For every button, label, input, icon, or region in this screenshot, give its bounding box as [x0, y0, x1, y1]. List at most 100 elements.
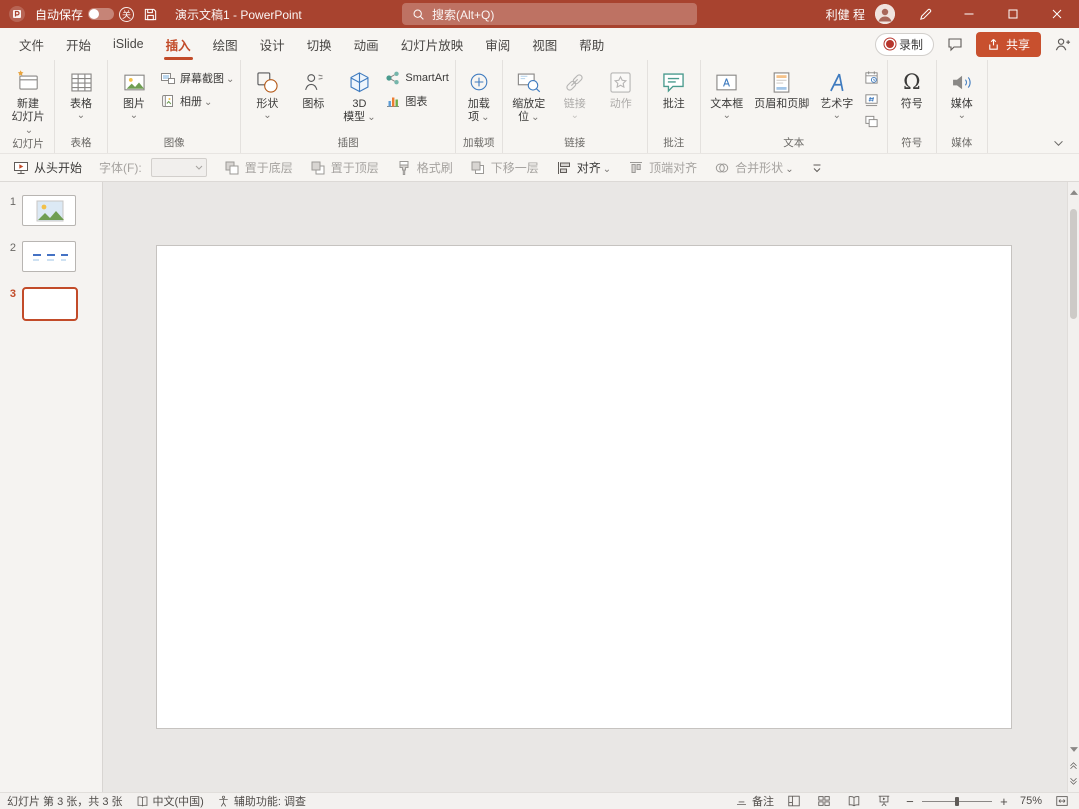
reading-view-button[interactable] — [844, 794, 864, 809]
share-button[interactable]: 共享 — [976, 32, 1041, 57]
slideshow-view-button[interactable] — [874, 794, 894, 809]
ribbon-group-slides: 新建 幻灯片 幻灯片 — [2, 60, 55, 153]
send-backward-button[interactable]: 下移一层 — [470, 159, 539, 176]
screenshot-button[interactable]: 屏幕截图 — [157, 68, 237, 88]
normal-view-button[interactable] — [784, 794, 804, 809]
save-button[interactable] — [143, 7, 158, 22]
zoom-slider[interactable] — [922, 794, 992, 809]
tab-draw[interactable]: 绘图 — [202, 28, 249, 60]
maximize-button[interactable] — [991, 0, 1035, 28]
chart-button[interactable]: 图表 — [382, 91, 451, 111]
toolbar-overflow-button[interactable] — [811, 162, 823, 174]
font-combobox[interactable] — [151, 158, 207, 177]
tab-home[interactable]: 开始 — [55, 28, 102, 60]
search-icon — [412, 8, 425, 21]
tab-review[interactable]: 审阅 — [474, 28, 521, 60]
tab-islide[interactable]: iSlide — [102, 28, 155, 60]
format-painter-button[interactable]: 格式刷 — [396, 159, 453, 176]
slide-3-thumbnail[interactable] — [22, 287, 78, 321]
tab-insert[interactable]: 插入 — [155, 28, 202, 60]
user-avatar[interactable] — [875, 4, 895, 24]
object-button[interactable] — [862, 112, 882, 130]
smartart-button[interactable]: SmartArt — [382, 68, 451, 88]
zoom-in-button[interactable] — [998, 794, 1010, 809]
tab-help[interactable]: 帮助 — [568, 28, 615, 60]
scrollbar-thumb[interactable] — [1070, 209, 1077, 319]
links-group-label: 链接 — [506, 136, 644, 153]
from-beginning-button[interactable]: 从头开始 — [13, 159, 82, 176]
zoom-out-button[interactable] — [904, 794, 916, 809]
action-button[interactable]: 动作 — [598, 63, 644, 111]
autosave-toggle[interactable] — [88, 8, 114, 20]
pen-icon[interactable] — [911, 7, 939, 22]
wordart-button[interactable]: 艺术字 — [814, 63, 860, 120]
accessibility-label: 辅助功能: 调查 — [234, 793, 306, 809]
icons-button[interactable]: 图标 — [290, 63, 336, 111]
new-slide-button[interactable]: 新建 幻灯片 — [5, 63, 51, 137]
user-name[interactable]: 利健 程 — [826, 6, 865, 23]
autosave-control[interactable]: 自动保存 关 — [35, 6, 134, 23]
current-slide-canvas[interactable] — [156, 245, 1012, 729]
merge-shapes-button[interactable]: 合并形状 — [714, 159, 793, 176]
media-button[interactable]: 媒体 — [940, 63, 984, 120]
tab-slideshow[interactable]: 幻灯片放映 — [390, 28, 475, 60]
comment-button[interactable]: 批注 — [651, 63, 697, 111]
table-button[interactable]: 表格 — [58, 63, 104, 120]
slide-1-thumbnail[interactable] — [22, 195, 76, 226]
ribbon-group-links: 缩放定 位 链接 动作 链接 — [503, 60, 648, 153]
slide-number-button[interactable] — [862, 90, 882, 108]
align-button[interactable]: 对齐 — [556, 159, 611, 176]
minimize-button[interactable] — [947, 0, 991, 28]
slides-group-label: 幻灯片 — [5, 137, 51, 153]
comments-button[interactable] — [947, 36, 963, 52]
header-footer-icon — [768, 66, 795, 98]
tab-view[interactable]: 视图 — [521, 28, 568, 60]
textbox-button[interactable]: 文本框 — [704, 63, 750, 120]
previous-slide-button[interactable] — [1068, 756, 1079, 773]
text-group-label: 文本 — [704, 136, 884, 153]
tab-file[interactable]: 文件 — [8, 28, 55, 60]
header-footer-label: 页眉和页脚 — [754, 98, 809, 111]
header-footer-button[interactable]: 页眉和页脚 — [750, 63, 814, 111]
slide-sorter-view-button[interactable] — [814, 794, 834, 809]
close-button[interactable] — [1035, 0, 1079, 28]
scrollbar-track[interactable] — [1068, 199, 1079, 742]
record-button[interactable]: 录制 — [875, 33, 934, 56]
scroll-down-button[interactable] — [1068, 742, 1079, 756]
date-time-button[interactable] — [862, 68, 882, 86]
pictures-button[interactable]: 图片 — [111, 63, 157, 120]
photo-album-button[interactable]: 相册 — [157, 91, 237, 111]
wordart-icon — [823, 66, 850, 98]
tab-design[interactable]: 设计 — [249, 28, 296, 60]
add-person-icon[interactable] — [1054, 36, 1071, 53]
fit-to-window-button[interactable] — [1052, 794, 1072, 809]
send-to-back-label: 置于底层 — [245, 159, 293, 176]
collapse-ribbon-button[interactable] — [1047, 135, 1069, 151]
slide-2-thumbnail[interactable] — [22, 241, 76, 272]
tab-transitions[interactable]: 切换 — [296, 28, 343, 60]
zoom-button[interactable]: 缩放定 位 — [506, 63, 552, 124]
search-box[interactable]: 搜索(Alt+Q) — [402, 3, 697, 25]
notes-button[interactable]: 备注 — [735, 793, 774, 809]
send-to-back-button[interactable]: 置于底层 — [224, 159, 293, 176]
comments-group-label: 批注 — [651, 136, 697, 153]
align-top-button[interactable]: 顶端对齐 — [628, 159, 697, 176]
align-top-icon — [628, 160, 644, 176]
images-group-label: 图像 — [111, 136, 237, 153]
spellcheck-button[interactable]: 中文(中国) — [136, 793, 204, 809]
slide-indicator[interactable]: 幻灯片 第 3 张，共 3 张 — [7, 793, 123, 809]
3d-models-button[interactable]: 3D 模型 — [336, 63, 382, 124]
zoom-level[interactable]: 75% — [1020, 795, 1042, 807]
tab-animations[interactable]: 动画 — [343, 28, 390, 60]
bring-to-front-button[interactable]: 置于顶层 — [310, 159, 379, 176]
link-button[interactable]: 链接 — [552, 63, 598, 120]
next-slide-button[interactable] — [1068, 773, 1079, 790]
symbol-button[interactable]: Ω 符号 — [891, 63, 933, 111]
scroll-up-button[interactable] — [1068, 185, 1079, 199]
powerpoint-logo-icon[interactable] — [8, 5, 26, 23]
addins-button[interactable]: 加载 项 — [459, 63, 499, 124]
shapes-button[interactable]: 形状 — [244, 63, 290, 120]
vertical-scrollbar[interactable] — [1067, 182, 1079, 792]
accessibility-checker[interactable]: 辅助功能: 调查 — [217, 793, 306, 809]
zoom-slider-thumb[interactable] — [955, 797, 959, 806]
